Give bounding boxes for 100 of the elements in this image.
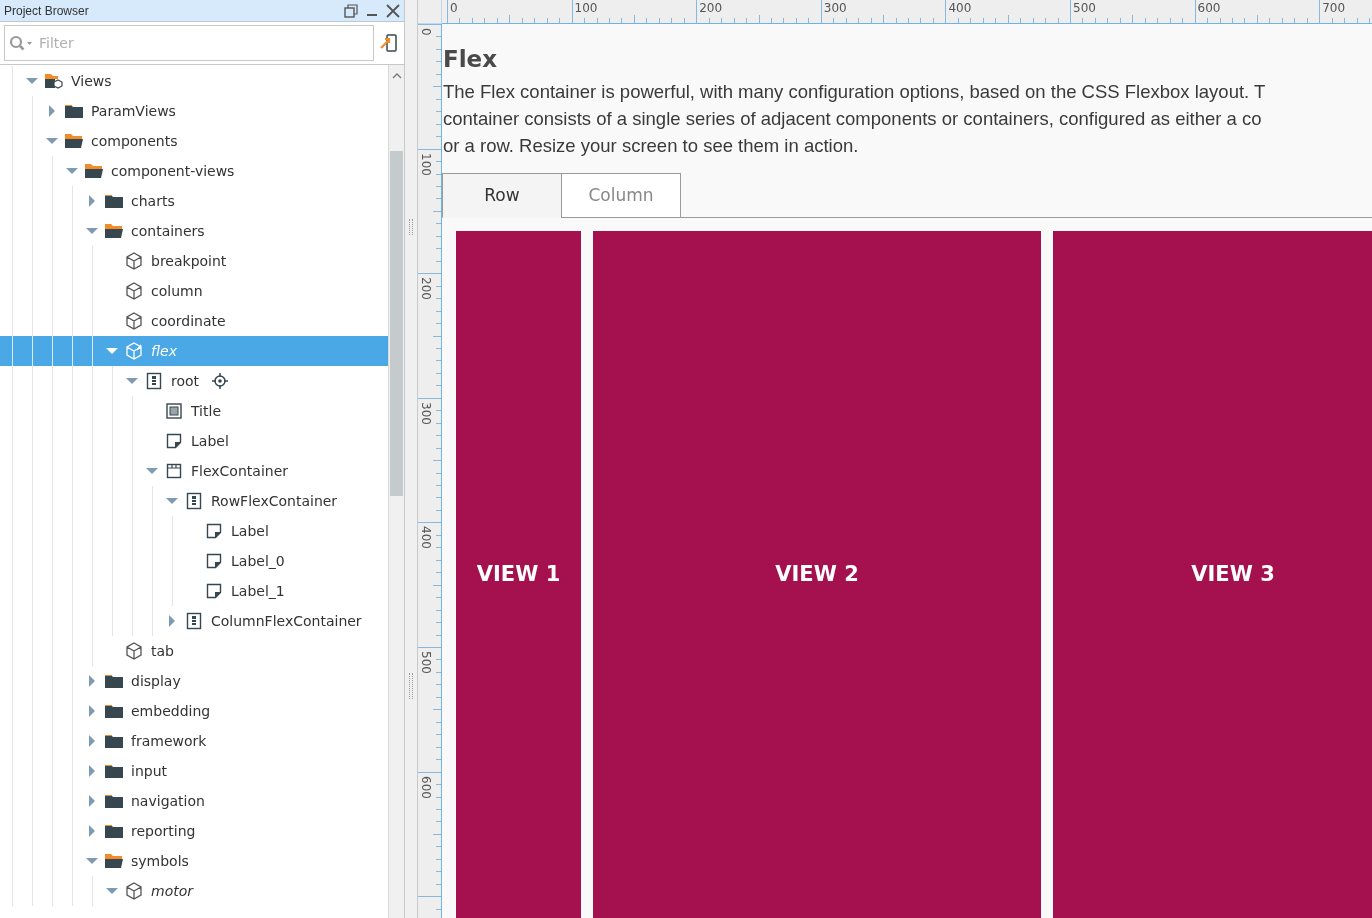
tree-item[interactable]: root xyxy=(0,366,388,396)
expand-arrow-icon[interactable] xyxy=(86,675,98,687)
open-folder-icon xyxy=(64,133,84,149)
tree-item[interactable]: coordinate xyxy=(0,306,388,336)
ruler-label: 100 xyxy=(574,0,598,16)
locate-icon[interactable] xyxy=(378,32,400,54)
tab[interactable]: Row xyxy=(442,173,562,218)
tree-item-label: display xyxy=(131,671,181,691)
tree-item-label: Label xyxy=(231,521,269,541)
label-component-icon xyxy=(166,433,182,449)
tree-item[interactable]: symbols xyxy=(0,846,388,876)
collapse-arrow-icon[interactable] xyxy=(26,75,38,87)
paragraph-line: The Flex container is powerful, with many configuration options, based on the CSS Flexbox layout. T xyxy=(443,80,1266,104)
tab[interactable]: Column xyxy=(561,173,681,218)
target-icon xyxy=(212,373,229,389)
collapse-arrow-icon[interactable] xyxy=(126,375,138,387)
collapse-arrow-icon[interactable] xyxy=(66,165,78,177)
tree-item[interactable]: Label xyxy=(0,426,388,456)
tree-item[interactable]: embedding xyxy=(0,696,388,726)
tree-item[interactable]: containers xyxy=(0,216,388,246)
collapse-arrow-icon[interactable] xyxy=(106,885,118,897)
tree-item-label: symbols xyxy=(131,851,189,871)
tree-item[interactable]: Label xyxy=(0,516,388,546)
tree-item-label: column xyxy=(151,281,203,301)
ruler-label: 200 xyxy=(418,277,434,303)
tree-item-label: component-views xyxy=(111,161,235,181)
container-icon xyxy=(146,372,162,390)
open-folder-icon xyxy=(104,223,124,239)
tree-item-label: coordinate xyxy=(151,311,226,331)
collapse-arrow-icon[interactable] xyxy=(86,225,98,237)
tree-item[interactable]: framework xyxy=(0,726,388,756)
folder-icon xyxy=(64,103,84,119)
tree-item[interactable]: input xyxy=(0,756,388,786)
tree-item[interactable]: ParamViews xyxy=(0,96,388,126)
open-folder-icon xyxy=(104,853,124,869)
restore-icon[interactable] xyxy=(344,3,358,18)
expand-arrow-icon[interactable] xyxy=(86,795,98,807)
ruler-label: 300 xyxy=(418,401,434,427)
paragraph-line: container consists of a single series of adjacent components or containers, configured as either a co xyxy=(443,107,1262,131)
ruler-label: 0 xyxy=(450,0,458,16)
label-component-icon xyxy=(206,583,222,599)
flex-container-icon xyxy=(166,463,182,479)
tree-item[interactable]: reporting xyxy=(0,816,388,846)
scrollbar[interactable] xyxy=(388,65,404,918)
tree-item-label: Label xyxy=(191,431,229,451)
tree-item-label: Label_0 xyxy=(231,551,285,571)
expand-arrow-icon[interactable] xyxy=(86,705,98,717)
collapse-arrow-icon[interactable] xyxy=(166,495,178,507)
tree-item-label: containers xyxy=(131,221,205,241)
tree-item-label: framework xyxy=(131,731,207,751)
collapse-arrow-icon[interactable] xyxy=(46,135,58,147)
tree-item-label: charts xyxy=(131,191,175,211)
tree-item[interactable]: charts xyxy=(0,186,388,216)
scroll-up-icon[interactable] xyxy=(391,73,402,79)
ruler-label: 600 xyxy=(418,775,434,801)
tree-item[interactable]: tab xyxy=(0,636,388,666)
filter-field[interactable]: Filter xyxy=(4,25,374,61)
tree-item[interactable]: ColumnFlexContainer xyxy=(0,606,388,636)
close-icon[interactable] xyxy=(386,3,400,18)
tree-item[interactable]: components xyxy=(0,126,388,156)
tree-item[interactable]: Title xyxy=(0,396,388,426)
heading: Flex xyxy=(443,45,499,74)
scrollbar-thumb[interactable] xyxy=(390,151,403,496)
tree-item-label: FlexContainer xyxy=(191,461,288,481)
cube-icon xyxy=(124,251,144,271)
ruler-label: 500 xyxy=(418,651,434,676)
cube-icon xyxy=(124,311,144,331)
tree-item-label: components xyxy=(91,131,178,151)
collapse-arrow-icon[interactable] xyxy=(146,465,158,477)
folder-icon xyxy=(104,793,124,809)
expand-arrow-icon[interactable] xyxy=(166,615,178,627)
tree-item[interactable]: motor xyxy=(0,876,388,906)
folder-icon xyxy=(104,703,124,719)
container-icon xyxy=(186,612,202,630)
folder-icon xyxy=(104,763,124,779)
tree-item[interactable]: FlexContainer xyxy=(0,456,388,486)
tree-item[interactable]: navigation xyxy=(0,786,388,816)
expand-arrow-icon[interactable] xyxy=(86,765,98,777)
tree-item[interactable]: RowFlexContainer xyxy=(0,486,388,516)
collapse-arrow-icon[interactable] xyxy=(86,855,98,867)
tree-item[interactable]: Label_1 xyxy=(0,576,388,606)
cube-icon xyxy=(124,641,144,661)
ruler-label: 100 xyxy=(418,152,434,178)
collapse-arrow-icon[interactable] xyxy=(106,345,118,357)
expand-arrow-icon[interactable] xyxy=(86,195,98,207)
tree-item[interactable]: component-views xyxy=(0,156,388,186)
folder-icon xyxy=(104,193,124,209)
title-component-icon xyxy=(166,403,182,419)
tree-item[interactable]: column xyxy=(0,276,388,306)
tree-item[interactable]: breakpoint xyxy=(0,246,388,276)
tree-item[interactable]: Views xyxy=(0,66,388,96)
tree-item[interactable]: Label_0 xyxy=(0,546,388,576)
expand-arrow-icon[interactable] xyxy=(86,825,98,837)
tree-item-label: reporting xyxy=(131,821,196,841)
search-icon xyxy=(9,35,35,51)
ruler-label: 700 xyxy=(1322,0,1346,16)
expand-arrow-icon[interactable] xyxy=(86,735,98,747)
ruler-label: 200 xyxy=(699,0,723,16)
expand-arrow-icon[interactable] xyxy=(46,105,58,117)
tree-item[interactable]: display xyxy=(0,666,388,696)
